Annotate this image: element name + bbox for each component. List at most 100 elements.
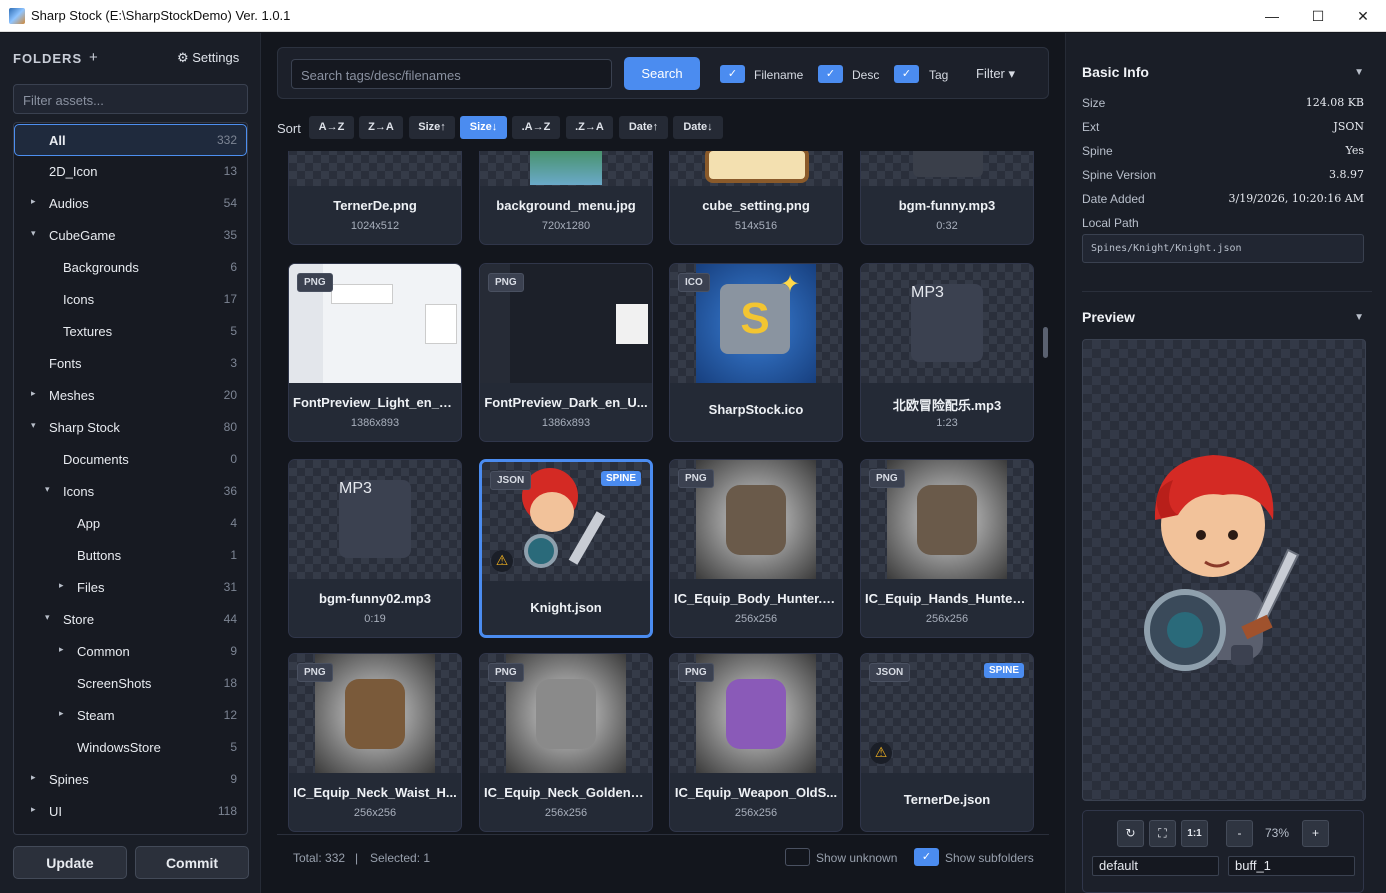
tag-checkbox[interactable]: ✓ bbox=[894, 65, 919, 83]
sort-size-asc-button[interactable]: Size↑ bbox=[409, 116, 455, 139]
folder-item[interactable]: ScreenShots 18 bbox=[15, 668, 246, 700]
asset-card[interactable]: background_menu.jpg 720x1280 bbox=[479, 151, 653, 245]
asset-meta: 0:32 bbox=[936, 220, 958, 232]
collapsed-caret-icon[interactable]: ▸ bbox=[31, 196, 36, 207]
spine-preview-canvas[interactable] bbox=[1082, 339, 1366, 801]
folder-item[interactable]: Textures 5 bbox=[15, 316, 246, 348]
asset-meta: 256x256 bbox=[925, 613, 969, 625]
audio-format-label: MP3 bbox=[911, 284, 983, 362]
asset-card[interactable]: PNG IC_Equip_Body_Hunter.p... 256x256 bbox=[669, 459, 843, 638]
sort-size-desc-button[interactable]: Size↓ bbox=[460, 116, 507, 139]
asset-card[interactable]: ✺✺ ✺ TernerDe.png 1024x512 bbox=[288, 151, 462, 245]
minimize-button[interactable]: — bbox=[1249, 0, 1295, 32]
expanded-caret-icon[interactable]: ▾ bbox=[45, 612, 50, 623]
asset-card[interactable]: PNG IC_Equip_Neck_Waist_H... 256x256 bbox=[288, 653, 462, 832]
collapsed-caret-icon[interactable]: ▸ bbox=[59, 580, 64, 591]
folder-label: Files bbox=[77, 580, 105, 595]
collapsed-caret-icon[interactable]: ▸ bbox=[31, 388, 36, 399]
folder-item[interactable]: Fonts 3 bbox=[15, 348, 246, 380]
show-subfolders-checkbox[interactable]: ✓ bbox=[914, 848, 939, 866]
asset-card[interactable]: JSON SPINE ⚠ TernerDe.json bbox=[860, 653, 1034, 832]
sort-ext-za-button[interactable]: .Z→A bbox=[566, 116, 613, 139]
preview-collapse-icon[interactable]: ▼ bbox=[1354, 312, 1364, 323]
folder-label: App bbox=[77, 516, 101, 531]
filename-checkbox[interactable]: ✓ bbox=[720, 65, 745, 83]
folder-item[interactable]: Documents 0 bbox=[15, 444, 246, 476]
fit-view-button[interactable]: ⛶ bbox=[1149, 820, 1176, 847]
asset-name: IC_Equip_Neck_Waist_H... bbox=[293, 785, 457, 800]
folder-item[interactable]: All 332 bbox=[14, 124, 247, 156]
tag-label: Tag bbox=[929, 68, 949, 82]
asset-card[interactable]: MP3 bgm-funny02.mp3 0:19 bbox=[288, 459, 462, 638]
folder-item[interactable]: ▸ Audios 54 bbox=[15, 188, 246, 220]
asset-card[interactable]: PNG IC_Equip_Hands_Hunter1... 256x256 bbox=[860, 459, 1034, 638]
search-button[interactable]: Search bbox=[624, 57, 700, 90]
asset-card[interactable]: MP3 北欧冒险配乐.mp3 1:23 bbox=[860, 263, 1034, 442]
sort-date-desc-button[interactable]: Date↓ bbox=[673, 116, 723, 139]
collapsed-caret-icon[interactable]: ▸ bbox=[59, 708, 64, 719]
expanded-caret-icon[interactable]: ▾ bbox=[45, 484, 50, 495]
sort-za-button[interactable]: Z→A bbox=[359, 116, 403, 139]
folder-item[interactable]: ▾ Store 44 bbox=[15, 604, 246, 636]
asset-card[interactable]: S ✦ ICO SharpStock.ico bbox=[669, 263, 843, 442]
folder-item[interactable]: ▾ Sharp Stock 80 bbox=[15, 412, 246, 444]
folder-item[interactable]: WindowsStore 5 bbox=[15, 732, 246, 764]
info-value: JSON bbox=[1333, 120, 1364, 133]
animation-select[interactable]: buff_1 bbox=[1228, 856, 1355, 876]
asset-card[interactable]: cube_setting.png 514x516 bbox=[669, 151, 843, 245]
folder-item[interactable]: ▸ Steam 12 bbox=[15, 700, 246, 732]
asset-meta: 514x516 bbox=[734, 220, 778, 232]
asset-card[interactable]: bgm-funny.mp3 0:32 bbox=[860, 151, 1034, 245]
sort-ext-az-button[interactable]: .A→Z bbox=[512, 116, 560, 139]
type-badge: PNG bbox=[678, 663, 714, 682]
asset-card[interactable]: PNG FontPreview_Dark_en_U... 1386x893 bbox=[479, 263, 653, 442]
warning-icon: ⚠ bbox=[491, 550, 513, 572]
desc-checkbox[interactable]: ✓ bbox=[818, 65, 843, 83]
folder-item[interactable]: ▾ Icons 36 bbox=[15, 476, 246, 508]
asset-card[interactable]: JSON SPINE ⚠ Knight.json bbox=[479, 459, 653, 638]
app-icon bbox=[9, 8, 25, 24]
basic-info-collapse-icon[interactable]: ▼ bbox=[1354, 67, 1364, 78]
type-badge: PNG bbox=[488, 663, 524, 682]
update-button[interactable]: Update bbox=[13, 846, 127, 879]
folder-item[interactable]: ▸ UI 118 bbox=[15, 796, 246, 828]
sort-date-asc-button[interactable]: Date↑ bbox=[619, 116, 668, 139]
folder-item[interactable]: Buttons 1 bbox=[15, 540, 246, 572]
search-input[interactable]: Search tags/desc/filenames bbox=[291, 59, 612, 89]
folder-item[interactable]: ▸ Files 31 bbox=[15, 572, 246, 604]
expanded-caret-icon[interactable]: ▾ bbox=[31, 228, 36, 239]
zoom-in-button[interactable]: + bbox=[1302, 820, 1329, 847]
folder-item[interactable]: 2D_Icon 13 bbox=[15, 156, 246, 188]
collapsed-caret-icon[interactable]: ▸ bbox=[59, 644, 64, 655]
close-button[interactable]: ✕ bbox=[1340, 0, 1386, 32]
sort-az-button[interactable]: A→Z bbox=[309, 116, 354, 139]
maximize-button[interactable]: ☐ bbox=[1295, 0, 1341, 32]
filter-assets-input[interactable]: Filter assets... bbox=[13, 84, 248, 114]
commit-button[interactable]: Commit bbox=[135, 846, 249, 879]
folder-item[interactable]: ▸ Meshes 20 bbox=[15, 380, 246, 412]
show-unknown-checkbox[interactable] bbox=[785, 848, 810, 866]
local-path-field[interactable]: Spines/Knight/Knight.json bbox=[1082, 234, 1364, 263]
info-value: Yes bbox=[1345, 144, 1364, 157]
asset-name: IC_Equip_Weapon_OldS... bbox=[674, 785, 838, 800]
folder-item[interactable]: ▾ CubeGame 35 bbox=[15, 220, 246, 252]
grid-scrollbar[interactable] bbox=[1043, 327, 1048, 358]
expanded-caret-icon[interactable]: ▾ bbox=[31, 420, 36, 431]
folder-item[interactable]: ▸ Common 9 bbox=[15, 636, 246, 668]
asset-card[interactable]: PNG IC_Equip_Neck_GoldenD... 256x256 bbox=[479, 653, 653, 832]
asset-card[interactable]: PNG FontPreview_Light_en_U... 1386x893 bbox=[288, 263, 462, 442]
reset-view-button[interactable]: ↻ bbox=[1117, 820, 1144, 847]
collapsed-caret-icon[interactable]: ▸ bbox=[31, 804, 36, 815]
actual-size-button[interactable]: 1:1 bbox=[1181, 820, 1208, 847]
folder-item[interactable]: Backgrounds 6 bbox=[15, 252, 246, 284]
filter-dropdown[interactable]: Filter ▾ bbox=[976, 66, 1015, 82]
folder-item[interactable]: Icons 17 bbox=[15, 284, 246, 316]
collapsed-caret-icon[interactable]: ▸ bbox=[31, 772, 36, 783]
skin-select[interactable]: default bbox=[1092, 856, 1219, 876]
folder-item[interactable]: ▸ Spines 9 bbox=[15, 764, 246, 796]
zoom-out-button[interactable]: - bbox=[1226, 820, 1253, 847]
folder-item[interactable]: App 4 bbox=[15, 508, 246, 540]
settings-button[interactable]: ⚙ Settings bbox=[177, 50, 239, 66]
asset-card[interactable]: PNG IC_Equip_Weapon_OldS... 256x256 bbox=[669, 653, 843, 832]
add-folder-button[interactable]: + bbox=[89, 49, 98, 66]
